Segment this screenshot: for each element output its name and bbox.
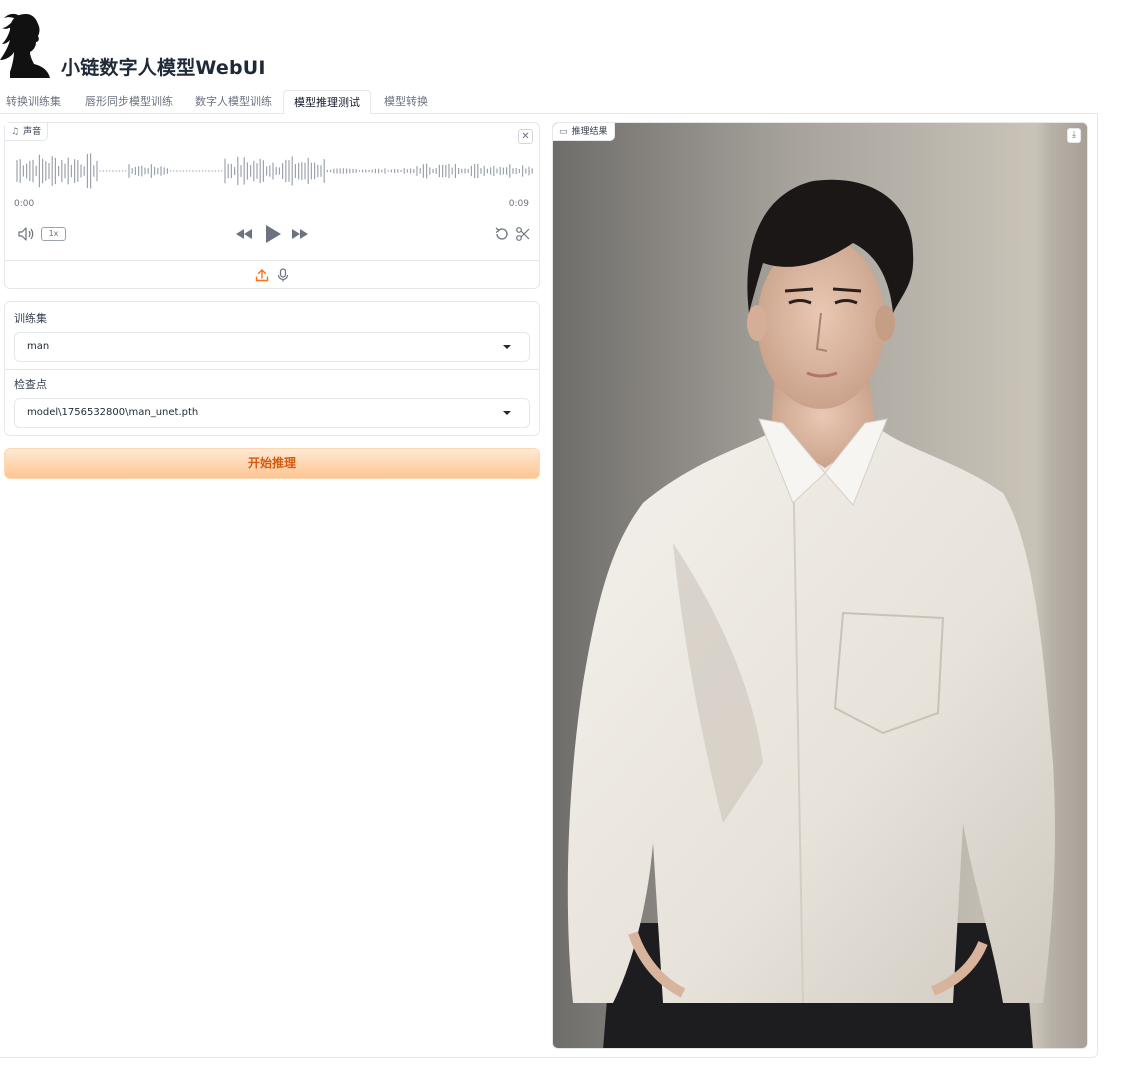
audio-waveform[interactable] (15, 151, 533, 191)
playback-speed-button[interactable]: 1x (41, 227, 66, 241)
dataset-value: man (27, 341, 50, 352)
duration: 0:09 (508, 199, 529, 209)
tab-digital-human-training[interactable]: 数字人模型训练 (195, 90, 272, 114)
microphone-icon[interactable] (277, 268, 289, 282)
logo-silhouette (0, 13, 50, 78)
tab-lipsync-training[interactable]: 唇形同步模型训练 (85, 90, 173, 114)
checkpoint-value: model\1756532800\man_unet.pth (27, 407, 199, 418)
inference-result-video[interactable]: ▭ 推理结果 ⤓ (552, 122, 1088, 1049)
checkpoint-label: 检查点 (14, 378, 47, 391)
dataset-label: 训练集 (14, 312, 47, 325)
trim-scissors-icon[interactable] (515, 226, 531, 242)
tab-inference-test[interactable]: 模型推理测试 (283, 90, 371, 114)
audio-source-bar (5, 260, 539, 289)
tab-convert-dataset[interactable]: 转换训练集 (6, 90, 61, 114)
dataset-select[interactable]: man (14, 332, 530, 362)
audio-panel: ♫ 声音 ✕ 0:00 0:09 1x (4, 122, 540, 289)
video-frame (553, 123, 1087, 1048)
fast-forward-icon[interactable] (290, 227, 310, 241)
audio-label: ♫ 声音 (5, 123, 49, 141)
app-title: 小链数字人模型WebUI (61, 57, 266, 79)
upload-icon[interactable] (255, 268, 269, 282)
result-label: ▭ 推理结果 (553, 123, 615, 141)
play-icon[interactable] (263, 223, 283, 245)
audio-label-text: 声音 (23, 126, 42, 137)
reset-icon[interactable] (494, 226, 510, 242)
current-time: 0:00 (14, 199, 35, 209)
tab-bar: 转换训练集 唇形同步模型训练 数字人模型训练 模型推理测试 模型转换 (0, 90, 1098, 114)
download-icon[interactable]: ⤓ (1067, 128, 1081, 143)
chevron-down-icon (503, 345, 511, 349)
start-inference-button[interactable]: 开始推理 (4, 448, 540, 479)
field-divider (5, 369, 539, 370)
video-icon: ▭ (559, 126, 568, 137)
checkpoint-select[interactable]: model\1756532800\man_unet.pth (14, 398, 530, 428)
settings-panel: 训练集 man 检查点 model\1756532800\man_unet.pt… (4, 301, 540, 436)
volume-icon[interactable] (17, 226, 35, 242)
playback-controls: 1x (5, 221, 539, 247)
rewind-icon[interactable] (234, 227, 254, 241)
chevron-down-icon (503, 411, 511, 415)
result-label-text: 推理结果 (571, 126, 608, 137)
clear-audio-button[interactable]: ✕ (518, 129, 533, 144)
tab-model-convert[interactable]: 模型转换 (384, 90, 428, 114)
music-note-icon: ♫ (11, 126, 20, 137)
